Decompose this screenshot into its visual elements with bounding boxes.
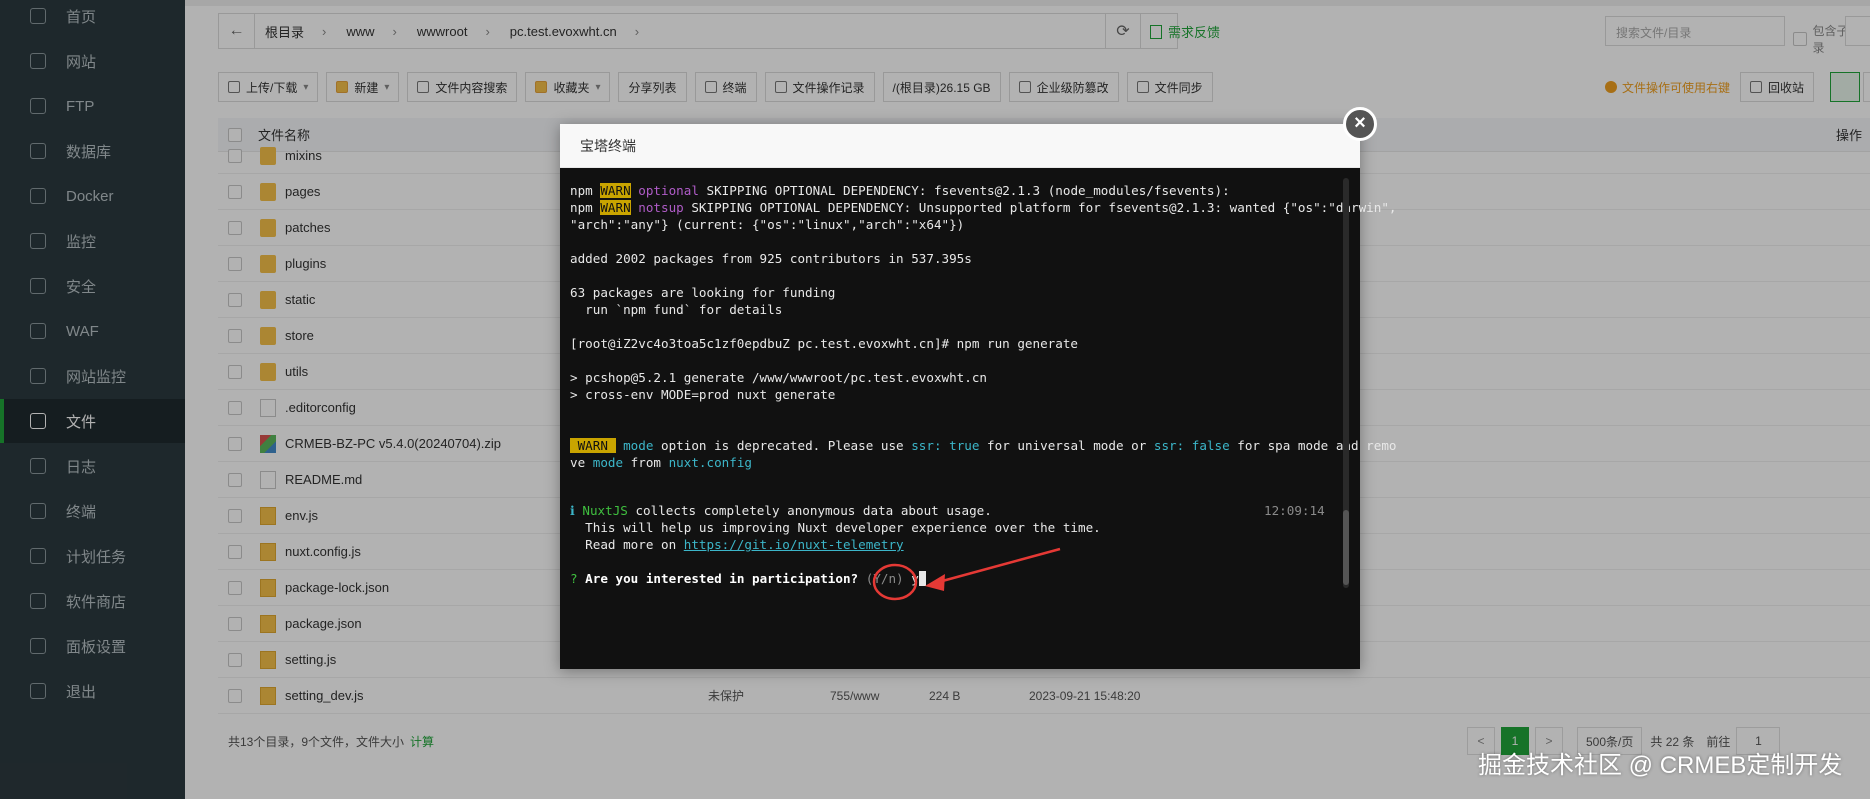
highlight-ellipse <box>872 563 918 601</box>
annotation-overlay <box>872 547 1061 601</box>
arrow-head-icon <box>925 574 945 591</box>
annotation-arrow-icon <box>934 547 1061 585</box>
watermark: 掘金技术社区 @ CRMEB定制开发 <box>1478 752 1843 779</box>
